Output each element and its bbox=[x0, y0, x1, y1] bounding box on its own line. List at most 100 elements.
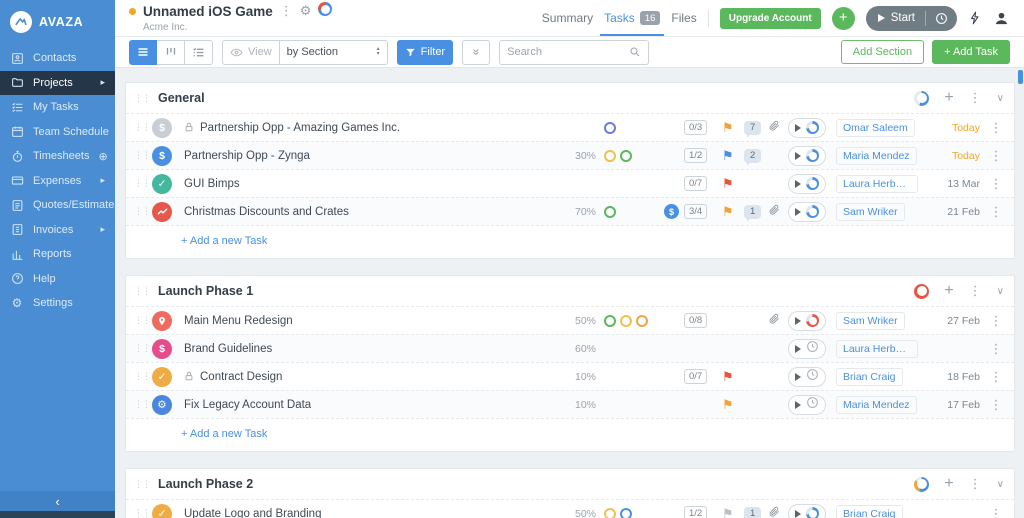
task-kebab-menu-icon[interactable]: ⋮ bbox=[984, 506, 1008, 518]
due-date[interactable]: 18 Feb bbox=[924, 371, 984, 383]
add-new-task-link[interactable]: + Add a new Task bbox=[126, 225, 1014, 258]
timer-pill[interactable] bbox=[788, 311, 826, 331]
view-button[interactable]: View bbox=[222, 40, 280, 65]
comment-count-bubble[interactable]: 7 bbox=[744, 121, 761, 135]
filter-button[interactable]: Filter bbox=[397, 40, 453, 65]
sidebar-item-team-schedule[interactable]: Team Schedule bbox=[0, 120, 115, 145]
add-task-button[interactable]: + Add Task bbox=[932, 40, 1010, 64]
due-date[interactable]: 27 Feb bbox=[924, 315, 984, 327]
project-settings-gear-icon[interactable]: ⚙ bbox=[300, 4, 312, 19]
drag-handle-icon[interactable]: ⋮⋮ bbox=[134, 178, 152, 189]
timer-pill[interactable] bbox=[788, 202, 826, 222]
play-timer-icon[interactable] bbox=[795, 152, 801, 160]
task-title[interactable]: Update Logo and Branding bbox=[184, 508, 321, 518]
sidebar-item-settings[interactable]: ⚙Settings bbox=[0, 291, 115, 316]
drag-handle-icon[interactable]: ⋮⋮ bbox=[134, 286, 150, 297]
comment-count-bubble[interactable]: 2 bbox=[744, 149, 761, 163]
attachment-paperclip-icon[interactable] bbox=[768, 505, 788, 518]
task-avatar[interactable]: ✓ bbox=[152, 367, 180, 387]
task-avatar[interactable]: $ bbox=[152, 118, 180, 138]
timer-start-pill[interactable]: Start bbox=[866, 6, 957, 31]
tab-summary[interactable]: Summary bbox=[542, 0, 593, 36]
due-date[interactable]: Today bbox=[924, 150, 984, 162]
assignee-chip[interactable]: Maria Mendez bbox=[836, 147, 917, 165]
play-timer-icon[interactable] bbox=[795, 208, 801, 216]
task-avatar[interactable]: $ bbox=[152, 146, 180, 166]
task-title[interactable]: Partnership Opp - Zynga bbox=[184, 150, 310, 162]
activity-bolt-icon[interactable] bbox=[968, 10, 982, 26]
sidebar-item-expenses[interactable]: Expenses▸ bbox=[0, 169, 115, 194]
drag-handle-icon[interactable]: ⋮⋮ bbox=[134, 399, 152, 410]
task-kebab-menu-icon[interactable]: ⋮ bbox=[984, 120, 1008, 136]
task-kebab-menu-icon[interactable]: ⋮ bbox=[984, 397, 1008, 413]
play-timer-icon[interactable] bbox=[795, 510, 801, 518]
task-title[interactable]: GUI Bimps bbox=[184, 178, 240, 190]
due-date[interactable]: Today bbox=[924, 122, 984, 134]
tab-files[interactable]: Files bbox=[671, 0, 696, 36]
drag-handle-icon[interactable]: ⋮⋮ bbox=[134, 508, 152, 518]
task-kebab-menu-icon[interactable]: ⋮ bbox=[984, 341, 1008, 357]
group-by-select[interactable]: by Section ▴▾ bbox=[280, 40, 388, 65]
section-kebab-menu-icon[interactable]: ⋮ bbox=[969, 283, 982, 299]
attachment-paperclip-icon[interactable] bbox=[768, 119, 788, 137]
section-kebab-menu-icon[interactable]: ⋮ bbox=[969, 90, 982, 106]
timer-pill[interactable] bbox=[788, 504, 826, 518]
kanban-view-button[interactable] bbox=[157, 40, 185, 65]
section-collapse-chevron-icon[interactable]: ∨ bbox=[997, 479, 1004, 490]
play-timer-icon[interactable] bbox=[795, 401, 801, 409]
collapse-all-button[interactable]: » bbox=[462, 40, 490, 65]
assignee-chip[interactable]: Laura Herber... bbox=[836, 175, 918, 193]
play-timer-icon[interactable] bbox=[795, 345, 801, 353]
play-timer-icon[interactable] bbox=[795, 124, 801, 132]
sidebar-item-timesheets[interactable]: Timesheets⊕ bbox=[0, 144, 115, 169]
assignee-chip[interactable]: Sam Wriker bbox=[836, 312, 905, 330]
drag-handle-icon[interactable]: ⋮⋮ bbox=[134, 343, 152, 354]
search-input[interactable] bbox=[507, 46, 629, 58]
assignee-chip[interactable]: Brian Craig bbox=[836, 368, 903, 386]
section-collapse-chevron-icon[interactable]: ∨ bbox=[997, 286, 1004, 297]
section-collapse-chevron-icon[interactable]: ∨ bbox=[997, 93, 1004, 104]
sidebar-item-projects[interactable]: Projects▸ bbox=[0, 71, 115, 96]
task-title[interactable]: Fix Legacy Account Data bbox=[184, 399, 311, 411]
drag-handle-icon[interactable]: ⋮⋮ bbox=[134, 122, 152, 133]
add-new-task-link[interactable]: + Add a new Task bbox=[126, 418, 1014, 451]
assignee-chip[interactable]: Omar Saleem bbox=[836, 119, 915, 137]
add-section-button[interactable]: Add Section bbox=[841, 40, 924, 64]
assignee-chip[interactable]: Maria Mendez bbox=[836, 396, 917, 414]
timer-pill[interactable] bbox=[788, 367, 826, 387]
timer-pill[interactable] bbox=[788, 118, 826, 138]
sidebar-item-invoices[interactable]: Invoices▸ bbox=[0, 218, 115, 243]
drag-handle-icon[interactable]: ⋮⋮ bbox=[134, 479, 150, 490]
comment-count-bubble[interactable]: 1 bbox=[744, 507, 761, 518]
task-avatar[interactable]: ✓ bbox=[152, 174, 180, 194]
task-avatar[interactable]: $ bbox=[152, 339, 180, 359]
task-avatar[interactable]: ⚙ bbox=[152, 395, 180, 415]
task-avatar[interactable]: ✓ bbox=[152, 504, 180, 518]
timer-pill[interactable] bbox=[788, 174, 826, 194]
timer-pill[interactable] bbox=[788, 395, 826, 415]
due-date[interactable]: 13 Mar bbox=[924, 178, 984, 190]
timer-pill[interactable] bbox=[788, 146, 826, 166]
task-kebab-menu-icon[interactable]: ⋮ bbox=[984, 313, 1008, 329]
sidebar-item-reports[interactable]: Reports bbox=[0, 242, 115, 267]
attachment-paperclip-icon[interactable] bbox=[768, 203, 788, 221]
tab-tasks[interactable]: Tasks 16 bbox=[604, 0, 660, 36]
timer-pill[interactable] bbox=[788, 339, 826, 359]
assignee-chip[interactable]: Laura Herber... bbox=[836, 340, 918, 358]
drag-handle-icon[interactable]: ⋮⋮ bbox=[134, 371, 152, 382]
drag-handle-icon[interactable]: ⋮⋮ bbox=[134, 150, 152, 161]
quick-add-timesheet-icon[interactable]: ⊕ bbox=[98, 150, 107, 163]
task-kebab-menu-icon[interactable]: ⋮ bbox=[984, 148, 1008, 164]
task-kebab-menu-icon[interactable]: ⋮ bbox=[984, 369, 1008, 385]
section-kebab-menu-icon[interactable]: ⋮ bbox=[969, 476, 982, 492]
task-title[interactable]: Main Menu Redesign bbox=[184, 315, 293, 327]
task-title[interactable]: Brand Guidelines bbox=[184, 343, 272, 355]
task-kebab-menu-icon[interactable]: ⋮ bbox=[984, 176, 1008, 192]
project-kebab-menu-icon[interactable]: ⋮ bbox=[280, 4, 293, 19]
task-avatar[interactable] bbox=[152, 202, 180, 222]
scrollbar-thumb[interactable] bbox=[1018, 70, 1023, 84]
attachment-paperclip-icon[interactable] bbox=[768, 312, 788, 330]
sidebar-item-contacts[interactable]: Contacts bbox=[0, 46, 115, 71]
task-title[interactable]: Partnership Opp - Amazing Games Inc. bbox=[200, 122, 400, 134]
timer-clock-icon[interactable] bbox=[926, 12, 957, 25]
